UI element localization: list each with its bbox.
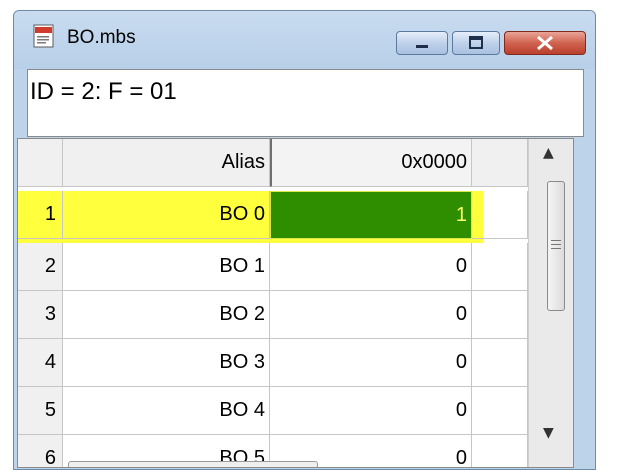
empty-cell[interactable] xyxy=(472,191,528,239)
grip-line xyxy=(551,244,561,245)
grip-line xyxy=(551,240,561,241)
table-row[interactable]: 5 BO 4 0 xyxy=(18,387,528,435)
close-button[interactable] xyxy=(504,31,586,55)
alias-cell[interactable]: BO 3 xyxy=(63,339,270,387)
row-number[interactable]: 3 xyxy=(18,291,63,339)
table-row[interactable]: 3 BO 2 0 xyxy=(18,291,528,339)
alias-cell[interactable]: BO 1 xyxy=(63,243,270,291)
table-row[interactable]: 4 BO 3 0 xyxy=(18,339,528,387)
empty-cell[interactable] xyxy=(472,339,528,387)
scroll-down-icon[interactable]: ▼ xyxy=(543,425,554,441)
value-cell[interactable]: 0 xyxy=(270,339,472,387)
value-cell[interactable]: 0 xyxy=(270,387,472,435)
status-panel: ID = 2: F = 01 xyxy=(27,69,584,137)
row-number[interactable]: 2 xyxy=(18,243,63,291)
value-column-header[interactable]: 0x0000 xyxy=(270,139,472,187)
scrollbar-thumb[interactable] xyxy=(547,181,565,311)
row-number[interactable]: 6 xyxy=(18,435,63,467)
alias-cell[interactable]: BO 2 xyxy=(63,291,270,339)
status-text: ID = 2: F = 01 xyxy=(30,78,177,105)
empty-column-header xyxy=(472,139,528,187)
close-icon xyxy=(537,35,553,51)
window-title: BO.mbs xyxy=(67,27,136,48)
alias-cell[interactable]: BO 0 xyxy=(63,191,270,239)
minimize-icon xyxy=(416,45,428,48)
grid-header-row: Alias 0x0000 xyxy=(18,139,528,187)
minimize-button[interactable] xyxy=(396,31,448,55)
document-icon xyxy=(33,24,54,48)
grip-line xyxy=(551,248,561,249)
row-number[interactable]: 4 xyxy=(18,339,63,387)
data-grid[interactable]: Alias 0x0000 1 BO 0 1 2 BO 1 0 3 BO 2 0 … xyxy=(17,138,574,468)
empty-cell[interactable] xyxy=(472,387,528,435)
row-number[interactable]: 1 xyxy=(18,191,63,239)
empty-cell[interactable] xyxy=(472,435,528,467)
alias-column-header[interactable]: Alias xyxy=(63,139,270,187)
alias-cell[interactable]: BO 4 xyxy=(63,387,270,435)
value-cell[interactable]: 0 xyxy=(270,243,472,291)
empty-cell[interactable] xyxy=(472,243,528,291)
scroll-up-icon[interactable]: ▲ xyxy=(543,145,554,161)
row-number[interactable]: 5 xyxy=(18,387,63,435)
vertical-scrollbar[interactable]: ▲ ▼ xyxy=(528,139,573,467)
title-bar[interactable]: BO.mbs xyxy=(14,11,595,69)
maximize-icon xyxy=(469,36,483,49)
value-cell[interactable]: 1 xyxy=(270,191,472,239)
maximize-button[interactable] xyxy=(452,31,500,55)
value-cell[interactable]: 0 xyxy=(270,291,472,339)
table-row[interactable]: 1 BO 0 1 xyxy=(18,191,528,239)
background-edge xyxy=(596,0,621,465)
empty-cell[interactable] xyxy=(472,291,528,339)
table-row[interactable]: 2 BO 1 0 xyxy=(18,243,528,291)
corner-header[interactable] xyxy=(18,139,63,187)
